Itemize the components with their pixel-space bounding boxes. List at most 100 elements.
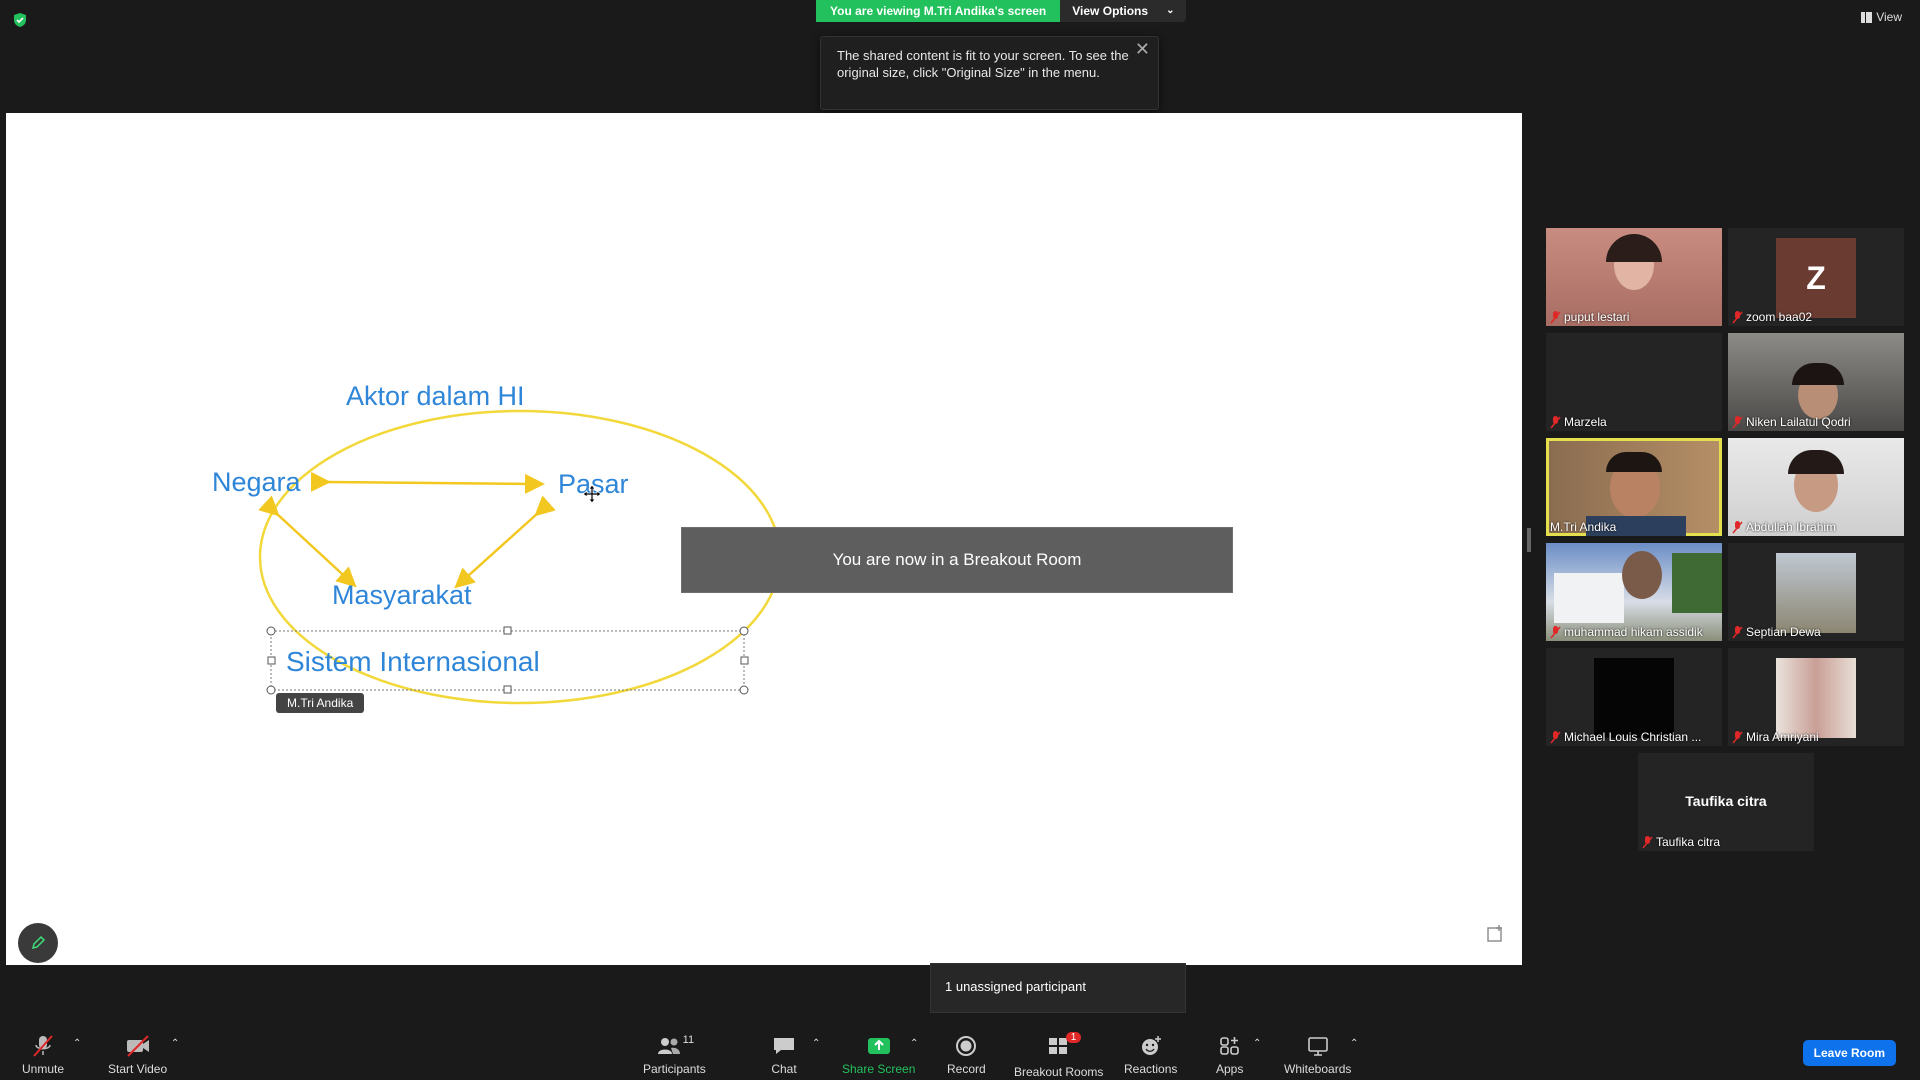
viewing-banner: You are viewing M.Tri Andika's screen Vi… <box>816 0 1187 22</box>
apps-button[interactable]: Apps <box>1216 1034 1243 1076</box>
selected-text[interactable]: Sistem Internasional <box>286 646 540 677</box>
chat-label: Chat <box>771 1062 797 1076</box>
mic-muted-icon <box>33 1035 53 1057</box>
participant-name: Taufika citra <box>1642 835 1720 849</box>
participants-label: Participants <box>643 1062 706 1076</box>
mic-muted-icon <box>1732 310 1743 323</box>
participant-name: Michael Louis Christian ... <box>1550 730 1701 744</box>
participant-tile[interactable]: Mira Amriyani <box>1728 648 1904 746</box>
participant-name: M.Tri Andika <box>1550 520 1617 534</box>
participant-tile[interactable]: muhammad hikam assidik <box>1546 543 1722 641</box>
participant-display-name: Taufika citra <box>1685 793 1767 809</box>
arrow-negara-pasar <box>310 471 545 494</box>
record-label: Record <box>947 1062 986 1076</box>
participant-tile[interactable]: Taufika citra Taufika citra <box>1638 753 1814 851</box>
participant-tile[interactable]: Septian Dewa <box>1728 543 1904 641</box>
participant-tile[interactable]: Abdullah Ibrahim <box>1728 438 1904 536</box>
video-options-caret[interactable]: ⌃ <box>171 1038 179 1049</box>
breakout-rooms-button[interactable]: 1 Breakout Rooms <box>1014 1032 1104 1079</box>
chevron-down-icon: ⌄ <box>1166 5 1175 16</box>
viewing-status: You are viewing M.Tri Andika's screen <box>816 0 1061 22</box>
mic-muted-icon <box>1550 625 1561 638</box>
participants-button[interactable]: 11 Participants <box>643 1034 706 1076</box>
whiteboards-label: Whiteboards <box>1284 1062 1352 1076</box>
share-options-caret[interactable]: ⌃ <box>910 1038 918 1049</box>
breakout-rooms-label: Breakout Rooms <box>1014 1065 1104 1079</box>
unmute-button[interactable]: Unmute <box>22 1034 64 1076</box>
arrow-pasar-masyarakat <box>454 495 556 589</box>
view-label: View <box>1876 10 1902 24</box>
meeting-toolbar: Unmute ⌃ Start Video ⌃ 11 Participants C… <box>0 1014 1920 1080</box>
mic-muted-icon <box>1732 730 1743 743</box>
tooltip-text: The shared content is fit to your screen… <box>837 48 1129 80</box>
start-video-label: Start Video <box>108 1062 168 1076</box>
whiteboards-button[interactable]: Whiteboards <box>1284 1034 1351 1076</box>
close-icon[interactable]: ✕ <box>1135 40 1150 58</box>
record-icon <box>956 1036 977 1056</box>
chat-button[interactable]: Chat <box>771 1034 797 1076</box>
participant-name: Mira Amriyani <box>1732 730 1819 744</box>
participant-name: Niken Lailatul Qodri <box>1732 415 1851 429</box>
whiteboards-options-caret[interactable]: ⌃ <box>1350 1038 1358 1049</box>
participant-tile[interactable]: Michael Louis Christian ... <box>1546 648 1722 746</box>
mic-muted-icon <box>1732 520 1743 533</box>
annotation-author-tag: M.Tri Andika <box>276 693 365 713</box>
pencil-icon[interactable] <box>18 923 58 963</box>
mic-muted-icon <box>1550 730 1561 743</box>
node-negara: Negara <box>212 467 302 497</box>
diagram-title: Aktor dalam HI <box>346 381 525 411</box>
shield-icon[interactable] <box>12 12 28 28</box>
node-masyarakat: Masyarakat <box>332 580 472 610</box>
chat-icon <box>774 1038 794 1054</box>
breakout-room-notice: You are now in a Breakout Room <box>681 527 1233 593</box>
participant-tile[interactable]: Marzela <box>1546 333 1722 431</box>
unassigned-text: 1 unassigned participant <box>945 979 1086 994</box>
expand-icon[interactable] <box>1486 923 1506 943</box>
participant-name: Marzela <box>1550 415 1607 429</box>
participant-tile[interactable]: Z zoom baa02 <box>1728 228 1904 326</box>
participant-tile-active-speaker[interactable]: M.Tri Andika <box>1546 438 1722 536</box>
share-screen-icon <box>867 1038 890 1054</box>
view-layout-button[interactable]: View <box>1861 10 1902 24</box>
grid-view-icon <box>1861 11 1873 23</box>
share-screen-label: Share Screen <box>842 1062 916 1076</box>
audio-options-caret[interactable]: ⌃ <box>73 1038 81 1049</box>
unmute-label: Unmute <box>22 1062 65 1076</box>
panel-resize-handle[interactable] <box>1527 528 1531 552</box>
share-screen-button[interactable]: Share Screen <box>842 1034 915 1076</box>
whiteboards-icon <box>1307 1037 1328 1056</box>
mic-muted-icon <box>1732 625 1743 638</box>
breakout-badge: 1 <box>1065 1032 1082 1043</box>
apps-label: Apps <box>1216 1062 1244 1076</box>
participant-name: Septian Dewa <box>1732 625 1821 639</box>
mic-muted-icon <box>1550 415 1561 428</box>
mic-muted-icon <box>1732 415 1743 428</box>
start-video-button[interactable]: Start Video <box>108 1034 167 1076</box>
avatar: Z <box>1776 238 1856 318</box>
arrow-negara-masyarakat <box>258 495 357 588</box>
apps-icon <box>1219 1037 1239 1055</box>
participant-tile[interactable]: Niken Lailatul Qodri <box>1728 333 1904 431</box>
participant-name: muhammad hikam assidik <box>1550 625 1703 639</box>
apps-options-caret[interactable]: ⌃ <box>1253 1038 1261 1049</box>
chat-options-caret[interactable]: ⌃ <box>812 1038 820 1049</box>
mic-muted-icon <box>1642 835 1653 848</box>
participant-name: Abdullah Ibrahim <box>1732 520 1836 534</box>
view-options-button[interactable]: View Options ⌄ <box>1060 0 1187 22</box>
reactions-label: Reactions <box>1124 1062 1178 1076</box>
shared-screen[interactable]: Aktor dalam HI Negara Pasar Masyarakat S… <box>6 113 1522 965</box>
view-options-label: View Options <box>1072 4 1149 18</box>
reactions-button[interactable]: Reactions <box>1124 1034 1177 1076</box>
leave-room-button[interactable]: Leave Room <box>1802 1040 1896 1066</box>
participants-icon <box>657 1038 680 1054</box>
participant-name: puput lestari <box>1550 310 1629 324</box>
mic-muted-icon <box>1550 310 1561 323</box>
participant-name: zoom baa02 <box>1732 310 1812 324</box>
unassigned-participant-popup[interactable]: 1 unassigned participant <box>930 963 1186 1013</box>
fit-to-screen-tooltip: The shared content is fit to your screen… <box>820 36 1159 110</box>
video-off-icon <box>126 1035 149 1057</box>
reactions-icon <box>1141 1036 1161 1055</box>
participants-count: 11 <box>682 1034 695 1046</box>
record-button[interactable]: Record <box>947 1034 986 1076</box>
participant-tile[interactable]: puput lestari <box>1546 228 1722 326</box>
